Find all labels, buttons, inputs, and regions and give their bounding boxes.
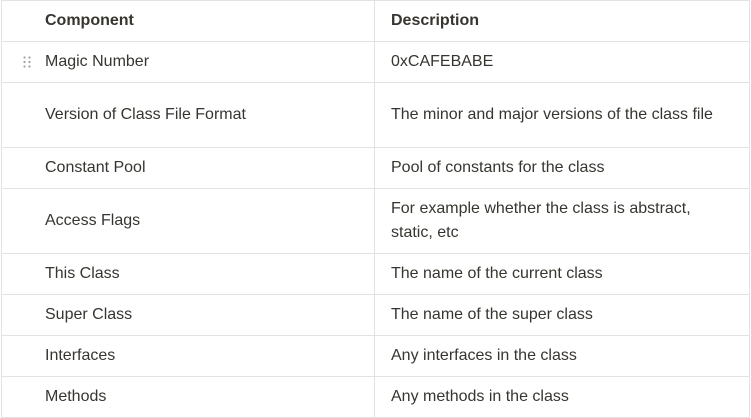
component-label: This Class [45,265,120,282]
table-row[interactable]: Interfaces Any interfaces in the class [1,335,750,377]
component-label: Version of Class File Format [45,106,246,123]
column-header-description[interactable]: Description [374,0,750,42]
component-cell[interactable]: Version of Class File Format [1,82,375,148]
table-row[interactable]: This Class The name of the current class [1,253,750,295]
description-cell[interactable]: Any interfaces in the class [374,335,750,377]
class-file-components-table: Component Description Magic Number 0xCAF… [1,0,750,418]
description-cell[interactable]: The name of the current class [374,253,750,295]
component-label: Constant Pool [45,159,146,176]
description-cell[interactable]: Any methods in the class [374,376,750,418]
description-cell[interactable]: For example whether the class is abstrac… [374,188,750,254]
table-row[interactable]: Access Flags For example whether the cla… [1,188,750,254]
component-label: Methods [45,388,107,405]
table-row[interactable]: Methods Any methods in the class [1,376,750,418]
component-cell[interactable]: Super Class [1,294,375,336]
description-cell[interactable]: The minor and major versions of the clas… [374,82,750,148]
description-cell[interactable]: The name of the super class [374,294,750,336]
drag-handle-icon[interactable] [22,55,32,69]
component-cell[interactable]: This Class [1,253,375,295]
table-row[interactable]: Constant Pool Pool of constants for the … [1,147,750,189]
description-cell[interactable]: 0xCAFEBABE [374,41,750,83]
component-cell[interactable]: Interfaces [1,335,375,377]
table-row[interactable]: Version of Class File Format The minor a… [1,82,750,148]
description-cell[interactable]: Pool of constants for the class [374,147,750,189]
component-cell[interactable]: Constant Pool [1,147,375,189]
table-header-row: Component Description [1,0,750,42]
table-row[interactable]: Magic Number 0xCAFEBABE [1,41,750,83]
component-cell[interactable]: Access Flags [1,188,375,254]
component-label: Super Class [45,306,133,323]
component-cell[interactable]: Methods [1,376,375,418]
component-cell[interactable]: Magic Number [1,41,375,83]
component-label: Interfaces [45,347,116,364]
table-row[interactable]: Super Class The name of the super class [1,294,750,336]
component-label: Magic Number [45,53,150,70]
column-header-component[interactable]: Component [1,0,375,42]
component-label: Access Flags [45,212,141,229]
